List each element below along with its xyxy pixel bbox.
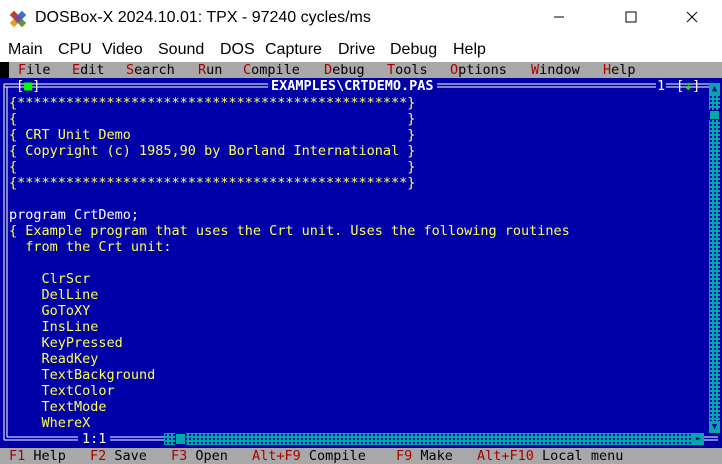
horizontal-scroll-thumb[interactable] [175, 433, 186, 445]
ide-menu-options[interactable]: Options [450, 62, 507, 78]
horizontal-scrollbar[interactable] [164, 433, 704, 445]
ide-menu-file[interactable]: File [18, 62, 51, 78]
cursor-position: 1:1 [78, 431, 111, 447]
code-line: { Example program that uses the Crt unit… [9, 223, 570, 239]
minimize-icon [553, 10, 565, 28]
ide-menu-edit[interactable]: Edit [72, 62, 105, 78]
ide-menu-debug[interactable]: Debug [324, 62, 365, 78]
host-menu-bar: Main CPU Video Sound DOS Capture Drive D… [0, 38, 722, 62]
ide-menu-run[interactable]: Run [198, 62, 222, 78]
maximize-button[interactable] [607, 0, 655, 38]
code-line: { } [9, 159, 416, 175]
zoom-icon: ↕ [684, 78, 693, 94]
editor-filename: EXAMPLES\CRTDEMO.PAS [268, 78, 437, 94]
scroll-right-icon[interactable]: ► [693, 433, 704, 445]
host-menu-dos[interactable]: DOS [220, 41, 255, 59]
window-title: DOSBox-X 2024.10.01: TPX - 97240 cycles/… [35, 9, 371, 26]
code-line: TextMode [9, 399, 107, 415]
status-help[interactable]: F1 Help [9, 448, 66, 464]
code-editor[interactable]: {***************************************… [9, 95, 699, 439]
ide-status-bar: F1 Help F2 Save F3 Open Alt+F9 Compile F… [0, 448, 722, 464]
maximize-icon [625, 10, 637, 28]
vertical-scroll-thumb[interactable] [709, 110, 720, 120]
minimize-button[interactable] [535, 0, 583, 38]
status-save[interactable]: F2 Save [90, 448, 147, 464]
host-menu-cpu[interactable]: CPU [58, 41, 92, 59]
code-line: {***************************************… [9, 175, 416, 191]
code-line: DelLine [9, 287, 99, 303]
code-line: { Copyright (c) 1985,90 by Borland Inter… [9, 143, 416, 159]
window-zoom-box[interactable]: [↕] [676, 78, 700, 94]
host-menu-drive[interactable]: Drive [338, 41, 375, 59]
ide-menu-search[interactable]: Search [126, 62, 175, 78]
code-line: ReadKey [9, 351, 99, 367]
window-close-box[interactable]: [■] [16, 78, 40, 94]
scroll-up-icon[interactable]: ▲ [709, 83, 720, 95]
host-menu-debug[interactable]: Debug [390, 41, 437, 59]
host-menu-sound[interactable]: Sound [158, 41, 204, 59]
dosbox-icon [9, 10, 27, 28]
code-line: TextBackground [9, 367, 156, 383]
status-open[interactable]: F3 Open [171, 448, 228, 464]
code-line: {***************************************… [9, 95, 416, 111]
window-number: 1 [656, 78, 667, 94]
close-button[interactable] [668, 0, 716, 38]
scroll-down-icon[interactable]: ▼ [709, 421, 720, 433]
status-local-menu[interactable]: Alt+F10 Local menu [477, 448, 623, 464]
code-line: { CRT Unit Demo } [9, 127, 416, 143]
code-line: InsLine [9, 319, 99, 335]
code-line: WhereX [9, 415, 91, 431]
status-make[interactable]: F9 Make [396, 448, 453, 464]
close-box-icon: ■ [24, 78, 33, 94]
code-line: GoToXY [9, 303, 91, 319]
close-icon [686, 10, 698, 28]
host-menu-video[interactable]: Video [102, 41, 143, 59]
status-compile[interactable]: Alt+F9 Compile [252, 448, 366, 464]
code-line: { } [9, 111, 416, 127]
code-line: TextColor [9, 383, 115, 399]
host-menu-help[interactable]: Help [453, 41, 486, 59]
dos-screen[interactable]: File Edit Search Run Compile Debug Tools… [0, 62, 722, 464]
vertical-scrollbar[interactable] [709, 95, 720, 433]
code-line: KeyPressed [9, 335, 123, 351]
host-menu-main[interactable]: Main [8, 41, 43, 59]
code-line: from the Crt unit: [9, 239, 172, 255]
ide-menu-compile[interactable]: Compile [243, 62, 300, 78]
menu-bar-marker [0, 62, 9, 78]
code-line: program CrtDemo; [9, 207, 140, 223]
host-menu-capture[interactable]: Capture [265, 41, 322, 59]
code-line: ClrScr [9, 271, 91, 287]
ide-menu-help[interactable]: Help [603, 62, 636, 78]
ide-menu-bar: File Edit Search Run Compile Debug Tools… [0, 62, 722, 78]
ide-menu-tools[interactable]: Tools [387, 62, 428, 78]
ide-menu-window[interactable]: Window [531, 62, 580, 78]
window-titlebar[interactable]: DOSBox-X 2024.10.01: TPX - 97240 cycles/… [0, 0, 722, 38]
